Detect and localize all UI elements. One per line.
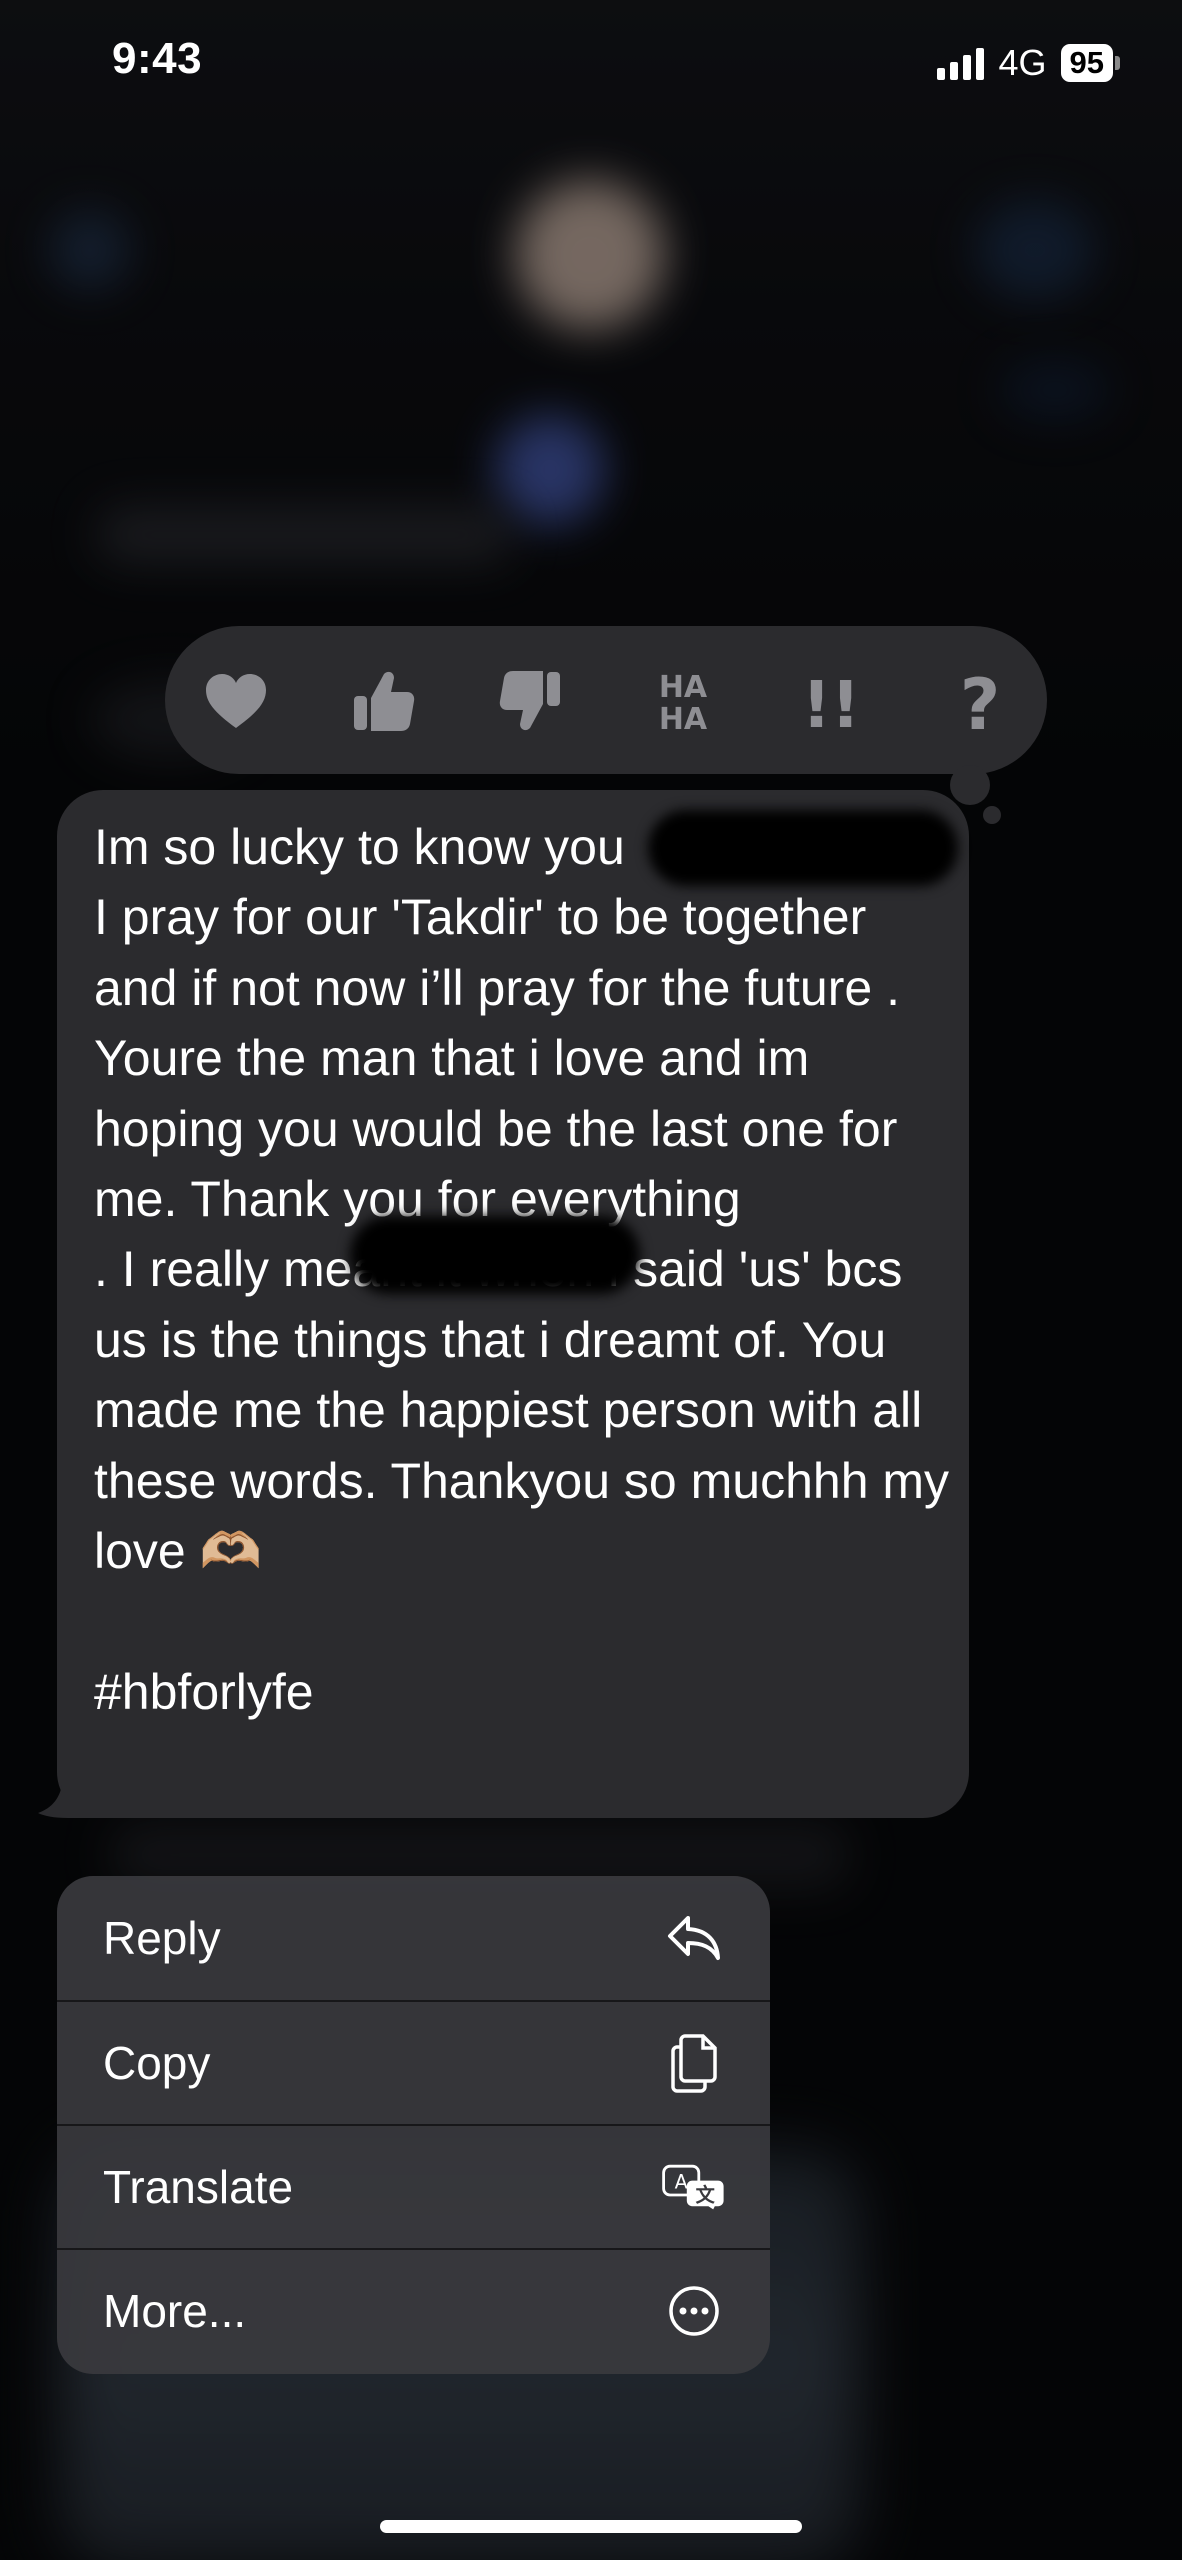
- svg-text:HA: HA: [659, 670, 708, 705]
- menu-item-label: Reply: [103, 1912, 221, 1964]
- menu-item-more[interactable]: More...: [57, 2248, 770, 2372]
- battery-nub: [1115, 56, 1120, 70]
- svg-text:A: A: [675, 2171, 688, 2194]
- tapback-emphasize[interactable]: !!: [786, 656, 876, 746]
- redaction-mark: [350, 1216, 640, 1294]
- heart-icon: [206, 674, 266, 728]
- question-mark-icon: ?: [960, 665, 1001, 737]
- reply-arrow-icon: [662, 1906, 726, 1970]
- status-time: 9:43: [112, 34, 203, 83]
- message-bubble-tail: [38, 1768, 108, 1818]
- tapback-heart[interactable]: [191, 656, 281, 746]
- double-exclamation-icon: !!: [802, 669, 860, 737]
- svg-text:文: 文: [696, 2183, 716, 2206]
- context-menu: Reply Copy Translate A 文 More...: [57, 1876, 770, 2374]
- tapback-question[interactable]: ?: [935, 656, 1025, 746]
- copy-documents-icon: [662, 2031, 726, 2095]
- svg-text:!!: !!: [802, 669, 860, 737]
- menu-item-label: More...: [103, 2285, 247, 2337]
- redaction-mark: [648, 810, 958, 886]
- tapback-bar-tail: [950, 765, 990, 805]
- menu-item-copy[interactable]: Copy: [57, 2000, 770, 2124]
- menu-item-translate[interactable]: Translate A 文: [57, 2124, 770, 2248]
- tapback-bar-tail: [983, 806, 1001, 824]
- status-bar: 9:43 4G 95: [0, 0, 1182, 130]
- more-ellipsis-icon: [662, 2279, 726, 2343]
- tapback-thumbs-up[interactable]: [338, 656, 428, 746]
- imessage-context-screen: 9:43 4G 95 HA HA !! ? Im so lucky to kno…: [0, 0, 1182, 2560]
- svg-text:?: ?: [960, 665, 1001, 737]
- thumbs-down-icon: [499, 671, 560, 731]
- thumbs-up-icon: [354, 671, 415, 731]
- tapback-bar: [165, 626, 1047, 774]
- home-indicator[interactable]: [380, 2520, 802, 2533]
- tapback-thumbs-down[interactable]: [486, 656, 576, 746]
- battery-level: 95: [1060, 44, 1113, 82]
- battery-icon: 95: [1060, 44, 1120, 82]
- haha-icon: HA HA: [659, 670, 708, 737]
- menu-item-reply[interactable]: Reply: [57, 1876, 770, 2000]
- tapback-haha[interactable]: HA HA: [638, 656, 728, 746]
- translate-icon: A 文: [662, 2155, 726, 2219]
- menu-item-label: Translate: [103, 2161, 294, 2213]
- network-type: 4G: [998, 42, 1047, 83]
- status-indicators: 4G 95: [937, 42, 1120, 84]
- menu-item-label: Copy: [103, 2037, 211, 2089]
- svg-text:HA: HA: [659, 702, 708, 737]
- cellular-signal-icon: [937, 46, 985, 80]
